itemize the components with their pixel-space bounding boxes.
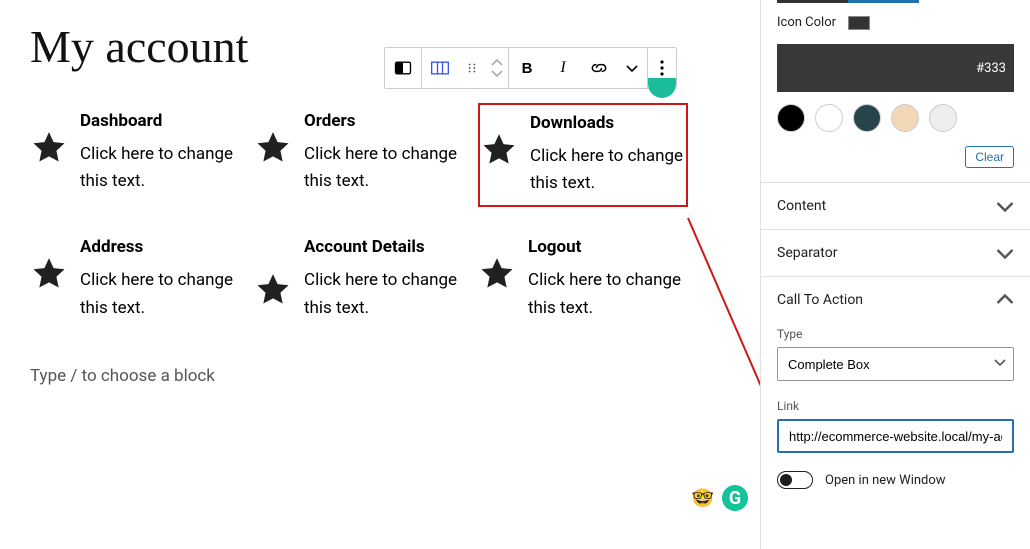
- link-button[interactable]: [581, 48, 617, 88]
- panel-label: Content: [777, 198, 826, 214]
- block-appender-prompt[interactable]: Type / to choose a block: [30, 366, 730, 386]
- info-card-account-details[interactable]: Account Details Click here to change thi…: [254, 229, 464, 329]
- card-text: Click here to change this text.: [530, 143, 686, 197]
- swatch-tan[interactable]: [891, 104, 919, 132]
- italic-button[interactable]: I: [545, 48, 581, 88]
- link-field-label: Link: [777, 399, 1014, 413]
- card-title: Downloads: [530, 113, 686, 133]
- star-icon: [254, 129, 292, 167]
- emoji-helper-icon[interactable]: 🤓: [690, 485, 716, 511]
- drag-handle-button[interactable]: [458, 48, 486, 88]
- more-rich-text-button[interactable]: [617, 48, 647, 88]
- star-icon: [30, 255, 68, 293]
- grammar-helper-icon[interactable]: G: [722, 485, 748, 511]
- cta-link-input[interactable]: [777, 419, 1014, 453]
- card-title: Orders: [304, 111, 464, 131]
- columns-icon: [430, 58, 450, 78]
- info-card-downloads[interactable]: Downloads Click here to change this text…: [478, 103, 688, 207]
- chevron-down-icon: [491, 69, 503, 77]
- swatch-dark-teal[interactable]: [853, 104, 881, 132]
- info-card-orders[interactable]: Orders Click here to change this text.: [254, 103, 464, 207]
- card-text: Click here to change this text.: [304, 141, 464, 195]
- floating-helpers: 🤓 G: [690, 485, 748, 511]
- swatch-black[interactable]: [777, 104, 805, 132]
- type-field-label: Type: [777, 327, 1014, 341]
- card-text: Click here to change this text.: [80, 141, 240, 195]
- swatch-white[interactable]: [815, 104, 843, 132]
- info-card-address[interactable]: Address Click here to change this text.: [30, 229, 240, 329]
- current-color-chip[interactable]: [848, 16, 870, 30]
- hex-color-display[interactable]: #333: [777, 44, 1014, 92]
- panel-call-to-action[interactable]: Call To Action: [761, 276, 1030, 323]
- drag-dots-icon: [465, 61, 479, 75]
- card-title: Address: [80, 237, 240, 257]
- card-text: Click here to change this text.: [528, 267, 688, 321]
- sidebar-tab-indicator: [777, 0, 1014, 3]
- star-icon: [480, 131, 518, 169]
- toggle-knob: [780, 474, 792, 486]
- cta-type-select[interactable]: Complete Box: [777, 347, 1014, 381]
- icon-color-label: Icon Color: [777, 15, 836, 30]
- panel-content[interactable]: Content: [761, 182, 1030, 229]
- block-type-button[interactable]: [385, 48, 421, 88]
- selection-handle[interactable]: [648, 78, 676, 98]
- card-text: Click here to change this text.: [304, 267, 464, 321]
- mover-buttons[interactable]: [486, 48, 508, 88]
- chevron-down-icon: [996, 197, 1014, 215]
- link-icon: [589, 58, 609, 78]
- star-icon: [478, 255, 516, 293]
- block-toolbar: B I: [384, 47, 677, 89]
- star-icon: [30, 129, 68, 167]
- color-swatches: [761, 104, 1030, 132]
- kebab-icon: [660, 60, 664, 76]
- card-title: Logout: [528, 237, 688, 257]
- info-box-grid: Dashboard Click here to change this text…: [30, 103, 730, 330]
- split-square-icon: [393, 58, 413, 78]
- hex-value: #333: [976, 61, 1006, 76]
- layout-button[interactable]: [422, 48, 458, 88]
- card-title: Dashboard: [80, 111, 240, 131]
- chevron-down-icon: [996, 244, 1014, 262]
- clear-color-button[interactable]: Clear: [965, 146, 1014, 168]
- panel-separator[interactable]: Separator: [761, 229, 1030, 276]
- info-card-dashboard[interactable]: Dashboard Click here to change this text…: [30, 103, 240, 207]
- star-icon: [254, 271, 292, 309]
- card-text: Click here to change this text.: [80, 267, 240, 321]
- card-title: Account Details: [304, 237, 464, 257]
- chevron-up-icon: [491, 59, 503, 67]
- bold-button[interactable]: B: [509, 48, 545, 88]
- panel-label: Call To Action: [777, 292, 863, 308]
- settings-sidebar: Icon Color #333 Clear Content Separator: [760, 0, 1030, 549]
- toggle-label: Open in new Window: [825, 473, 946, 488]
- chevron-down-icon: [626, 64, 638, 72]
- open-new-window-toggle[interactable]: [777, 471, 813, 489]
- panel-label: Separator: [777, 245, 837, 261]
- chevron-up-icon: [996, 291, 1014, 309]
- info-card-logout[interactable]: Logout Click here to change this text.: [478, 229, 688, 329]
- swatch-light-grey[interactable]: [929, 104, 957, 132]
